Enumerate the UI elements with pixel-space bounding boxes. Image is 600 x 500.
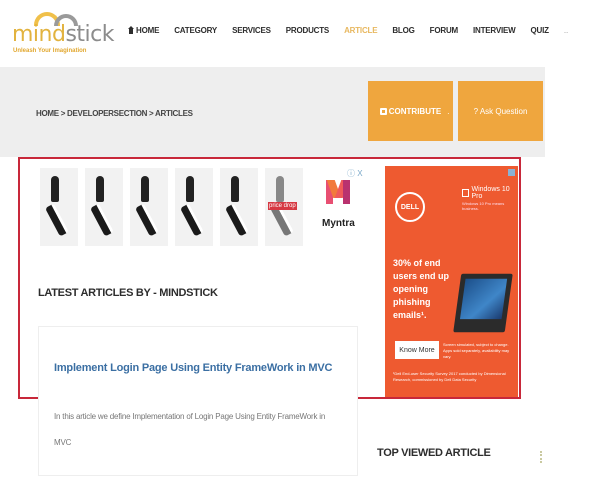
nav-article[interactable]: ARTICLE xyxy=(344,26,377,35)
myntra-logo[interactable]: Myntra xyxy=(318,180,358,240)
myntra-label: Myntra xyxy=(322,218,355,229)
nav-forum[interactable]: FORUM xyxy=(430,26,459,35)
shoe-sole xyxy=(135,203,159,237)
ad-product[interactable] xyxy=(220,168,258,246)
shoe-image xyxy=(276,176,284,202)
shoe-sole xyxy=(45,203,69,237)
price-drop-badge: price drop xyxy=(268,202,297,210)
nav-category[interactable]: CATEGORY xyxy=(174,26,217,35)
article-title-link[interactable]: Implement Login Page Using Entity FrameW… xyxy=(54,362,332,374)
windows-label: Windows 10 Pro xyxy=(471,186,510,200)
ad-product[interactable] xyxy=(130,168,168,246)
nav-quiz[interactable]: QUIZ xyxy=(531,26,550,35)
shoe-image xyxy=(141,176,149,202)
laptop-image xyxy=(453,273,513,333)
dell-logo: DELL xyxy=(395,192,425,222)
nav-home[interactable]: HOME xyxy=(128,26,159,35)
nav-home-label: HOME xyxy=(136,25,160,35)
logo-stick: stick xyxy=(65,22,114,47)
main-nav: HOME CATEGORY SERVICES PRODUCTS ARTICLE … xyxy=(128,22,568,38)
dell-headline: 30% of end users end up opening phishing… xyxy=(393,258,450,320)
laptop-screen xyxy=(459,278,508,320)
windows-icon xyxy=(462,189,470,197)
contribute-icon xyxy=(379,107,387,115)
ad-product[interactable] xyxy=(40,168,78,246)
dell-footnote: ¹Dell End-user Security Survey 2017 cond… xyxy=(393,371,506,382)
home-icon xyxy=(128,26,134,34)
nav-services[interactable]: SERVICES xyxy=(232,26,271,35)
shoe-sole xyxy=(225,203,249,237)
nav-interview[interactable]: INTERVIEW xyxy=(473,26,516,35)
nav-more[interactable]: .. xyxy=(564,26,568,35)
shoe-sole xyxy=(90,203,114,237)
shoe-image xyxy=(231,176,239,202)
ad-product[interactable] xyxy=(85,168,123,246)
nav-blog[interactable]: BLOG xyxy=(392,26,415,35)
ad-product[interactable] xyxy=(175,168,213,246)
windows-subtitle: Windows 10 Pro means business. xyxy=(462,201,505,211)
shoe-image xyxy=(51,176,59,202)
shoe-image xyxy=(186,176,194,202)
adchoices-icon[interactable] xyxy=(508,169,515,176)
logo-tagline: Unleash Your Imagination xyxy=(13,48,87,54)
myntra-m-part xyxy=(343,180,350,204)
ask-question-button[interactable]: ? Ask Question xyxy=(458,81,543,141)
top-viewed-heading: TOP VIEWED ARTICLE xyxy=(377,447,491,459)
vertical-dots-icon[interactable] xyxy=(540,451,542,463)
breadcrumb[interactable]: HOME > DEVELOPERSECTION > ARTICLES xyxy=(36,109,193,118)
breadcrumb-band: HOME > DEVELOPERSECTION > ARTICLES CONTR… xyxy=(0,67,545,157)
mindstick-logo[interactable]: mindstick Unleash Your Imagination xyxy=(12,12,114,56)
shoe-image xyxy=(96,176,104,202)
contribute-button[interactable]: CONTRIBUTE xyxy=(368,81,453,141)
adchoices-icon[interactable]: ⓘ X xyxy=(347,168,363,179)
logo-text: mindstick xyxy=(12,22,114,47)
logo-mind: mind xyxy=(12,22,66,47)
article-description: In this article we define Implementation… xyxy=(54,412,326,447)
know-more-button[interactable]: Know More xyxy=(395,341,439,359)
site-header: mindstick Unleash Your Imagination HOME … xyxy=(0,0,600,66)
latest-articles-heading: LATEST ARTICLES BY - MINDSTICK xyxy=(38,287,218,299)
button-separator: · xyxy=(447,109,450,118)
ad-product[interactable]: price drop xyxy=(265,168,303,246)
myntra-m-icon xyxy=(326,180,350,204)
shoe-sole xyxy=(180,203,204,237)
dell-ad[interactable]: DELL Windows 10 Pro Windows 10 Pro means… xyxy=(385,166,518,397)
dell-fine-print: Screen simulated, subject to change. App… xyxy=(443,342,510,359)
contribute-label: CONTRIBUTE xyxy=(388,106,442,116)
windows-logo: Windows 10 Pro xyxy=(462,186,518,200)
nav-products[interactable]: PRODUCTS xyxy=(286,26,329,35)
myntra-ad-products: price drop xyxy=(40,168,310,246)
